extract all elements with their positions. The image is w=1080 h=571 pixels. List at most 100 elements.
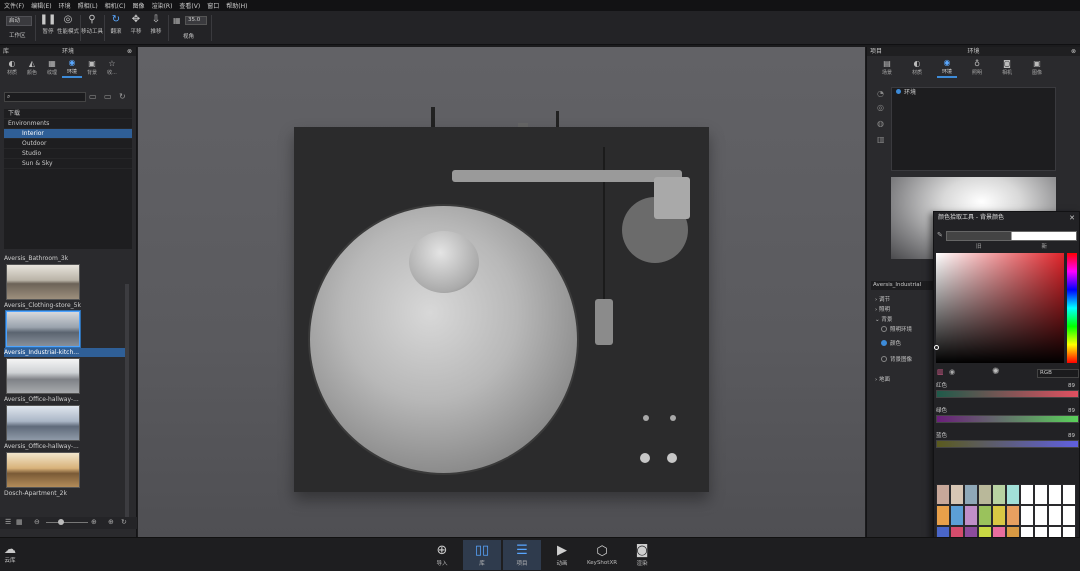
add-icon[interactable]: ⊕ [108, 518, 114, 526]
project-button[interactable]: ☰ 项目 [503, 540, 541, 570]
eyedropper-icon[interactable]: ✎ [937, 231, 943, 239]
color-swatch[interactable] [936, 484, 950, 505]
copy-icon[interactable]: ◍ [877, 119, 887, 129]
move-tool-button[interactable]: ⚲ 移动工具 [81, 14, 103, 42]
close-icon[interactable]: ⊗ [1071, 47, 1076, 56]
render-viewport[interactable] [138, 47, 865, 537]
library-search-input[interactable]: ⌕ [4, 92, 86, 102]
red-slider[interactable] [936, 390, 1079, 398]
menu-help[interactable]: 帮助(H) [226, 1, 247, 10]
render-button[interactable]: ◙ 渲染 [623, 540, 661, 570]
tab-textures[interactable]: ▦ 纹理 [42, 56, 62, 78]
color-swatch[interactable] [950, 505, 964, 526]
color-swatch[interactable] [1048, 505, 1062, 526]
thumbnail-scrollbar[interactable] [125, 284, 129, 524]
animation-button[interactable]: ▶ 动画 [543, 540, 581, 570]
add-environment-icon[interactable]: ◔ [877, 89, 887, 99]
tree-item-sun-sky[interactable]: Sun & Sky [4, 159, 132, 169]
grid-view-icon[interactable]: ▦ [16, 518, 23, 526]
tab-scene[interactable]: ▤ 场景 [877, 56, 897, 78]
color-swatch[interactable] [964, 484, 978, 505]
color-cursor[interactable] [934, 345, 939, 350]
import-button[interactable]: ⊕ 导入 [423, 540, 461, 570]
tab-backplates[interactable]: ▣ 背景 [82, 56, 102, 78]
color-swatch[interactable] [964, 505, 978, 526]
color-mode-select[interactable]: RGB [1037, 369, 1079, 378]
menu-edit[interactable]: 编辑(E) [31, 1, 51, 10]
color-swatch[interactable] [1006, 484, 1020, 505]
color-swatch[interactable] [1020, 505, 1034, 526]
color-swatch[interactable] [1006, 505, 1020, 526]
folder-icon[interactable]: ▭ [104, 92, 112, 101]
color-wheel-icon[interactable]: ◉ [949, 368, 955, 376]
close-icon[interactable]: ⊗ [127, 47, 132, 56]
library-button[interactable]: ▯▯ 库 [463, 540, 501, 570]
menu-environment[interactable]: 环境 [59, 1, 71, 10]
performance-mode-button[interactable]: ◎ 性能模式 [57, 14, 79, 42]
color-swatch[interactable] [936, 505, 950, 526]
tab-image[interactable]: ▣ 图像 [1027, 56, 1047, 78]
channel-value[interactable]: 89 [1068, 382, 1075, 390]
turntable-model[interactable] [294, 127, 709, 492]
menu-render[interactable]: 渲染(R) [152, 1, 173, 10]
color-swatch[interactable] [1034, 505, 1048, 526]
tab-environments[interactable]: ◉ 环境 [62, 56, 82, 78]
workspace-select[interactable]: 启动 [6, 16, 32, 26]
thumbnail-image[interactable] [6, 452, 80, 488]
zoom-out-icon[interactable]: ⊖ [34, 518, 40, 526]
fov-input[interactable]: 35.0 [185, 16, 207, 25]
color-swatch[interactable] [1062, 484, 1076, 505]
pause-button[interactable]: ❚❚ 暂停 [37, 14, 59, 42]
tumble-button[interactable]: ↻ 翻滚 [105, 14, 127, 42]
background-option-image[interactable]: 背景图像 [871, 353, 941, 367]
tab-material[interactable]: ◐ 材质 [907, 56, 927, 78]
tree-item-downloads[interactable]: 下载 [4, 109, 132, 119]
background-option-lighting[interactable]: 照明环境 [871, 325, 941, 335]
channel-value[interactable]: 89 [1068, 432, 1075, 440]
tree-item-studio[interactable]: Studio [4, 149, 132, 159]
environment-list-item[interactable]: 环境 [892, 88, 1055, 97]
refresh-icon[interactable]: ↻ [121, 518, 127, 526]
tab-colors[interactable]: ◭ 颜色 [22, 56, 42, 78]
slider-handle[interactable] [58, 519, 64, 525]
channel-value[interactable]: 89 [1068, 407, 1075, 415]
cloud-library-button[interactable]: ☁ 云库 [4, 542, 16, 564]
saturation-value-field[interactable] [936, 253, 1064, 363]
color-swatch[interactable] [1020, 484, 1034, 505]
blue-slider[interactable] [936, 440, 1079, 448]
thumbnail-size-slider[interactable] [46, 522, 88, 523]
menu-file[interactable]: 文件(F) [4, 1, 24, 10]
folder-add-icon[interactable]: ▭ [89, 92, 97, 101]
thumbnail-image[interactable] [6, 358, 80, 394]
color-swatch[interactable] [1034, 484, 1048, 505]
menu-image[interactable]: 图像 [133, 1, 145, 10]
background-option-color[interactable]: 颜色 [871, 335, 941, 353]
color-swatch[interactable] [1062, 505, 1076, 526]
dolly-button[interactable]: ⇩ 推移 [145, 14, 167, 42]
tree-item-environments[interactable]: Environments [4, 119, 132, 129]
thumbnail-image[interactable] [6, 264, 80, 300]
color-swatch[interactable] [978, 484, 992, 505]
tree-item-interior[interactable]: Interior [4, 129, 132, 139]
menu-view[interactable]: 查看(V) [179, 1, 200, 10]
section-ground[interactable]: › 地面 [871, 375, 941, 385]
pan-button[interactable]: ✥ 平移 [125, 14, 147, 42]
duplicate-icon[interactable]: ◎ [877, 103, 887, 113]
tab-materials[interactable]: ◐ 材质 [2, 56, 22, 78]
menu-camera[interactable]: 相机(C) [105, 1, 126, 10]
tab-lighting[interactable]: ♁ 照明 [967, 56, 987, 78]
section-adjustments[interactable]: › 调节 [871, 295, 941, 305]
keyshotxr-button[interactable]: ⬡ KeyShotXR [583, 540, 621, 570]
menu-window[interactable]: 窗口 [207, 1, 219, 10]
list-view-icon[interactable]: ☰ [5, 518, 11, 526]
color-swatch[interactable] [950, 484, 964, 505]
color-swatch[interactable] [992, 505, 1006, 526]
green-slider[interactable] [936, 415, 1079, 423]
color-swatch[interactable] [1048, 484, 1062, 505]
tab-environment[interactable]: ◉ 环境 [937, 56, 957, 78]
tab-favorites[interactable]: ☆ 收... [102, 56, 122, 78]
tab-camera[interactable]: ◙ 相机 [997, 56, 1017, 78]
tree-item-outdoor[interactable]: Outdoor [4, 139, 132, 149]
section-lighting[interactable]: › 照明 [871, 305, 941, 315]
menu-lighting[interactable]: 照相(L) [78, 1, 98, 10]
